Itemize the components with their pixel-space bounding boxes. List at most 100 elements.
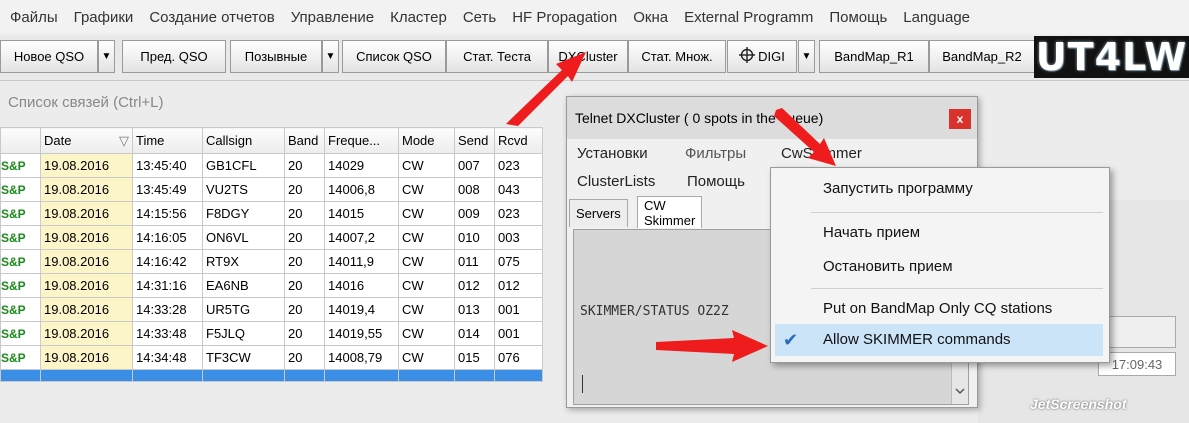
menu-network[interactable]: Сеть	[463, 9, 496, 26]
new-qso-dropdown[interactable]: ▼	[98, 40, 115, 73]
sp-marker: S&P	[0, 201, 41, 226]
callsigns-button[interactable]: Позывные	[230, 40, 322, 73]
cell-callsign: F5JLQ	[202, 321, 285, 346]
menu-item-start-program[interactable]: Запустить программу	[823, 180, 973, 197]
cell-frequency: 14019,55	[324, 321, 399, 346]
table-row[interactable]: S&P 19.08.2016 14:34:48 TF3CW 20 14008,7…	[0, 345, 543, 370]
cell-send: 012	[454, 273, 495, 298]
menu-item-allow-skimmer[interactable]: Allow SKIMMER commands	[823, 331, 1011, 348]
cell-send: 010	[454, 225, 495, 250]
menu-settings[interactable]: Установки	[577, 145, 648, 162]
cell-rcvd: 012	[494, 273, 543, 298]
cell-date: 19.08.2016	[40, 153, 133, 178]
cell-mode: CW	[398, 273, 455, 298]
menu-language[interactable]: Language	[903, 9, 970, 26]
cell-send: 013	[454, 297, 495, 322]
table-row[interactable]: S&P 19.08.2016 14:33:48 F5JLQ 20 14019,5…	[0, 321, 543, 346]
cell-rcvd: 076	[494, 345, 543, 370]
sp-marker: S&P	[0, 321, 41, 346]
bandmap-r1-button[interactable]: BandMap_R1	[819, 40, 929, 73]
bandmap-r2-button[interactable]: BandMap_R2	[929, 40, 1035, 73]
menu-reports[interactable]: Создание отчетов	[149, 9, 274, 26]
contest-stats-button[interactable]: Стат. Теста	[446, 40, 548, 73]
table-row[interactable]: S&P 19.08.2016 13:45:49 VU2TS 20 14006,8…	[0, 177, 543, 202]
column-date-label: Date	[44, 132, 72, 148]
cell-rcvd: 001	[494, 297, 543, 322]
menu-help[interactable]: Помощь	[829, 9, 887, 26]
menu-clusterlists[interactable]: ClusterLists	[577, 173, 655, 190]
table-row[interactable]: S&P 19.08.2016 13:45:40 GB1CFL 20 14029 …	[0, 153, 543, 178]
cell-date: 19.08.2016	[40, 201, 133, 226]
new-qso-button[interactable]: Новое QSO	[0, 40, 98, 73]
menu-windows[interactable]: Окна	[633, 9, 668, 26]
column-header-date[interactable]: Date ▽	[40, 127, 133, 154]
cell-callsign: RT9X	[202, 249, 285, 274]
menu-separator	[811, 212, 1103, 213]
cell-mode: CW	[398, 321, 455, 346]
menu-external-programm[interactable]: External Programm	[684, 9, 813, 26]
callsign-logo: UT4LW	[1034, 35, 1189, 79]
table-row-selected[interactable]	[0, 369, 543, 382]
digi-dropdown[interactable]: ▼	[798, 40, 815, 73]
dxcluster-button[interactable]: DXCluster	[548, 40, 628, 73]
table-row[interactable]: S&P 19.08.2016 14:15:56 F8DGY 20 14015 C…	[0, 201, 543, 226]
digi-button[interactable]: DIGI	[727, 40, 797, 73]
cell-callsign: UR5TG	[202, 297, 285, 322]
digi-label: DIGI	[758, 49, 785, 64]
cell-callsign: EA6NB	[202, 273, 285, 298]
mult-stats-button[interactable]: Стат. Множ.	[628, 40, 726, 73]
tab-servers[interactable]: Servers	[569, 199, 628, 227]
prev-qso-button[interactable]: Пред. QSO	[122, 40, 226, 73]
cell-band: 20	[284, 321, 325, 346]
window-title-bar[interactable]: Telnet DXCluster ( 0 spots in the queue)	[567, 97, 977, 139]
menu-cwskimmer[interactable]: CwSkimmer	[781, 145, 862, 162]
menu-hf-propagation[interactable]: HF Propagation	[512, 9, 617, 26]
menu-control[interactable]: Управление	[291, 9, 374, 26]
cell-send: 009	[454, 201, 495, 226]
column-header-marker[interactable]	[0, 127, 41, 154]
toolbar: Новое QSO ▼ Пред. QSO Позывные ▼ Список …	[0, 36, 1189, 81]
column-header-band[interactable]: Band	[284, 127, 325, 154]
tab-cw-skimmer[interactable]: CW Skimmer	[637, 196, 703, 228]
callsigns-dropdown[interactable]: ▼	[322, 40, 339, 73]
menu-help[interactable]: Помощь	[687, 173, 745, 190]
column-header-rcvd[interactable]: Rcvd	[494, 127, 543, 154]
menu-files[interactable]: Файлы	[10, 9, 58, 26]
cell-callsign: GB1CFL	[202, 153, 285, 178]
cell-date: 19.08.2016	[40, 321, 133, 346]
column-header-mode[interactable]: Mode	[398, 127, 455, 154]
close-button[interactable]: x	[949, 109, 971, 129]
column-header-frequency[interactable]: Freque...	[324, 127, 399, 154]
qso-log-table: Date ▽ Time Callsign Band Freque... Mode …	[0, 127, 543, 382]
menu-cluster[interactable]: Кластер	[390, 9, 447, 26]
cell-band: 20	[284, 345, 325, 370]
cell-band: 20	[284, 273, 325, 298]
column-header-send[interactable]: Send	[454, 127, 495, 154]
cell-rcvd: 023	[494, 201, 543, 226]
table-row[interactable]: S&P 19.08.2016 14:33:28 UR5TG 20 14019,4…	[0, 297, 543, 322]
cell-mode: CW	[398, 153, 455, 178]
menu-charts[interactable]: Графики	[74, 9, 134, 26]
table-row[interactable]: S&P 19.08.2016 14:16:05 ON6VL 20 14007,2…	[0, 225, 543, 250]
main-menu-bar: Файлы Графики Создание отчетов Управлени…	[0, 0, 1189, 34]
cell-time: 14:31:16	[132, 273, 203, 298]
scroll-down-icon[interactable]	[955, 386, 965, 398]
qso-list-title: Список связей (Ctrl+L)	[8, 94, 164, 111]
table-row[interactable]: S&P 19.08.2016 14:16:42 RT9X 20 14011,9 …	[0, 249, 543, 274]
menu-filters[interactable]: Фильтры	[685, 145, 746, 162]
sp-marker: S&P	[0, 177, 41, 202]
menu-item-stop-receive[interactable]: Остановить прием	[823, 258, 953, 275]
cell-time: 14:16:05	[132, 225, 203, 250]
cell-time: 14:33:48	[132, 321, 203, 346]
cwskimmer-context-menu: Запустить программу Начать прием Останов…	[770, 167, 1110, 363]
cell-mode: CW	[398, 297, 455, 322]
menu-item-bandmap-only-cq[interactable]: Put on BandMap Only CQ stations	[823, 300, 1052, 317]
column-header-callsign[interactable]: Callsign	[202, 127, 285, 154]
menu-item-start-receive[interactable]: Начать прием	[823, 224, 920, 241]
cell-band: 20	[284, 249, 325, 274]
column-header-time[interactable]: Time	[132, 127, 203, 154]
menu-separator	[811, 288, 1103, 289]
cell-time: 14:16:42	[132, 249, 203, 274]
qso-list-button[interactable]: Список QSO	[342, 40, 446, 73]
table-row[interactable]: S&P 19.08.2016 14:31:16 EA6NB 20 14016 C…	[0, 273, 543, 298]
